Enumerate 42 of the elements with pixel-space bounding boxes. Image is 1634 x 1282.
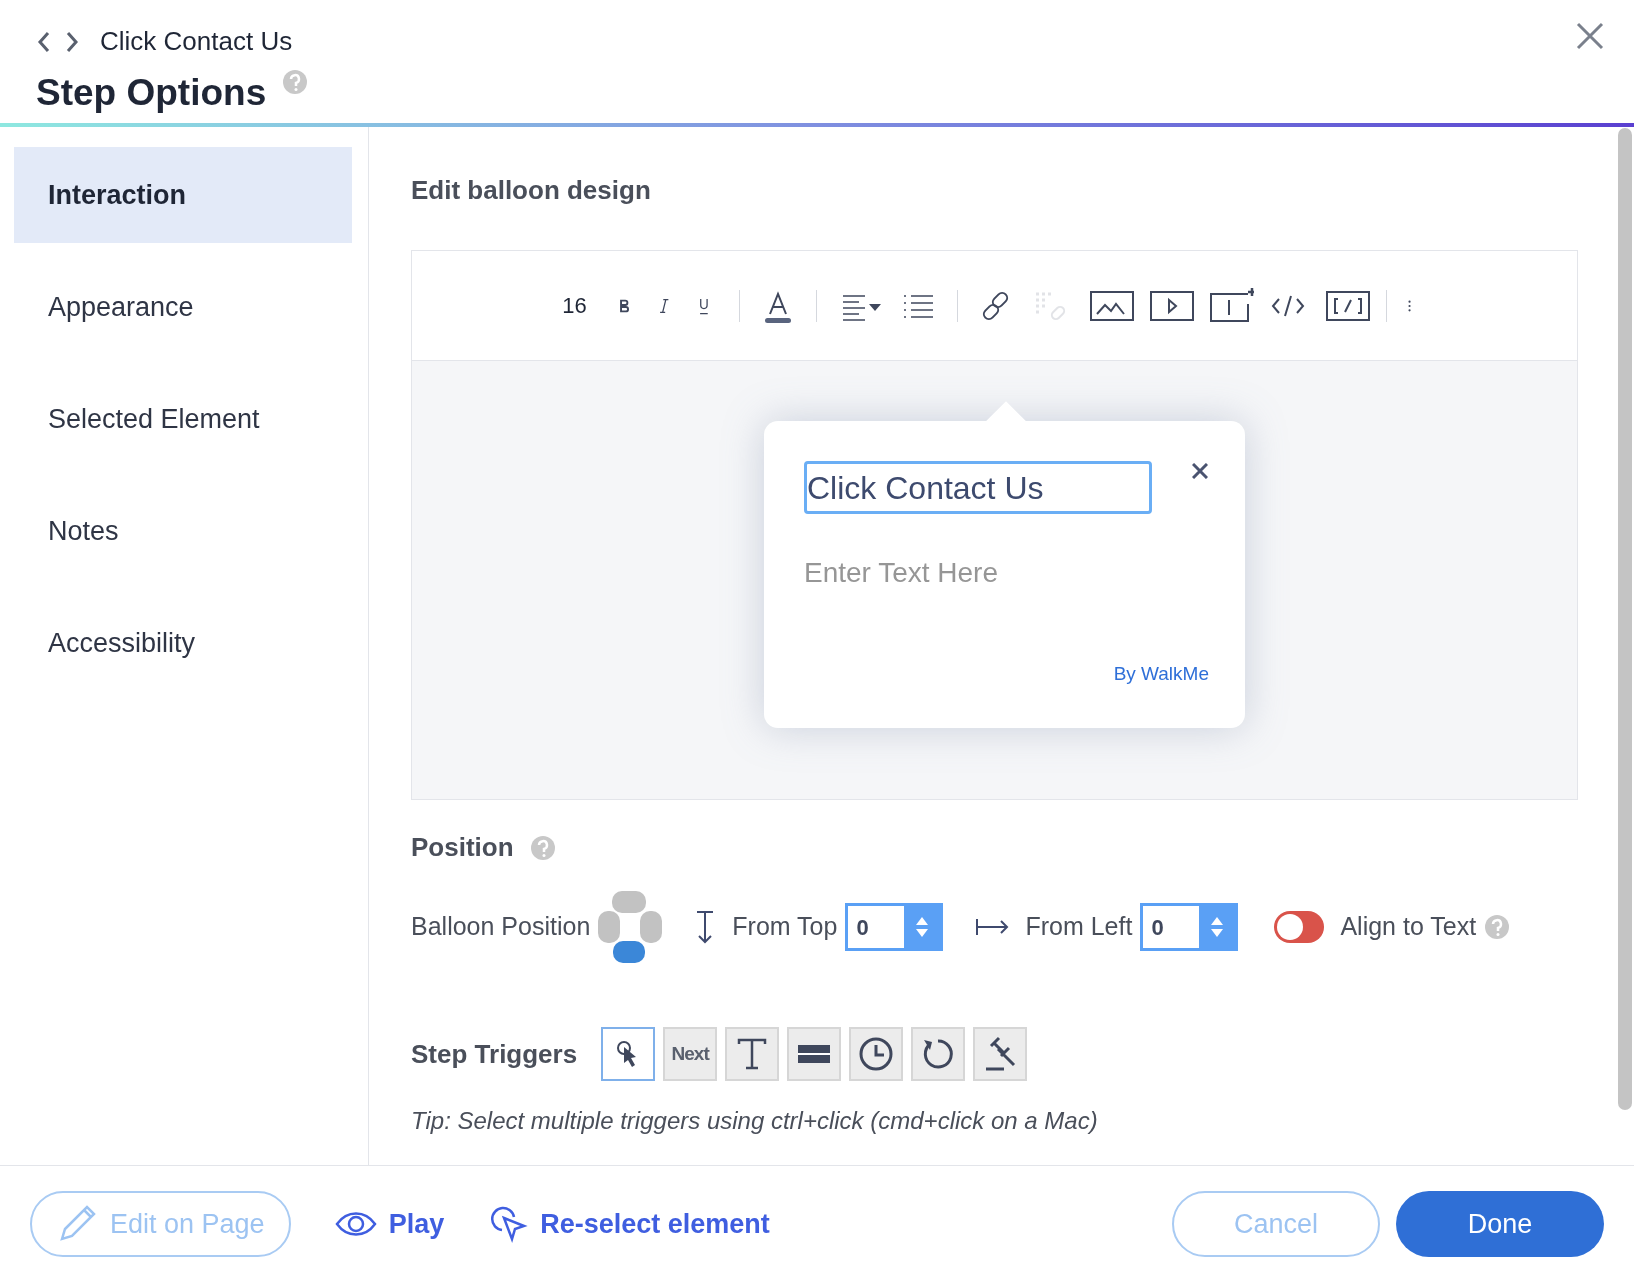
breadcrumb-title: Click Contact Us bbox=[100, 25, 293, 58]
trigger-button[interactable] bbox=[725, 1027, 780, 1081]
align-to-text-label: Align to Text bbox=[1340, 911, 1477, 943]
balloon-title-field[interactable]: Click Contact Us bbox=[804, 461, 1152, 514]
from-left-field[interactable]: 0 bbox=[1140, 903, 1239, 951]
from-top-label: From Top bbox=[732, 911, 838, 943]
trigger-button[interactable] bbox=[849, 1027, 904, 1081]
font-size-selector[interactable]: 16 bbox=[562, 289, 587, 322]
from-left-label: From Left bbox=[1025, 911, 1133, 943]
trigger-button[interactable] bbox=[787, 1027, 842, 1081]
sidebar-tab[interactable]: Interaction bbox=[14, 147, 352, 243]
balloon-text-field[interactable]: Enter Text Here bbox=[804, 552, 1164, 594]
sidebar-tab[interactable]: Accessibility bbox=[14, 595, 352, 691]
trigger-button[interactable] bbox=[601, 1027, 656, 1081]
section-title: Edit balloon design bbox=[411, 174, 652, 207]
action-link[interactable]: Play bbox=[334, 1191, 445, 1257]
balloon-position-label: Balloon Position bbox=[411, 911, 591, 943]
action-link[interactable]: Re-select element bbox=[488, 1191, 770, 1257]
eye-icon bbox=[334, 1209, 377, 1239]
branding-link[interactable]: By WalkMe bbox=[1113, 659, 1209, 688]
primary-button[interactable]: Done bbox=[1396, 1191, 1604, 1257]
balloon-position-picker[interactable] bbox=[598, 891, 663, 963]
cursor-icon bbox=[488, 1204, 529, 1244]
position-option[interactable] bbox=[613, 941, 646, 963]
stepper-arrows[interactable] bbox=[904, 906, 941, 948]
trigger-button[interactable] bbox=[973, 1027, 1028, 1081]
tip-text: Tip: Select multiple triggers using ctrl+click (cmd+click on a Mac) bbox=[411, 1106, 1099, 1136]
horizontal-arrow-icon bbox=[975, 916, 1010, 938]
stepper-arrows[interactable] bbox=[1199, 906, 1236, 948]
section-title: Step Triggers bbox=[411, 1037, 578, 1071]
scrollbar[interactable] bbox=[1618, 128, 1632, 1110]
sidebar-tab[interactable]: Selected Element bbox=[14, 371, 352, 467]
sidebar-tab[interactable]: Notes bbox=[14, 483, 352, 579]
align-toggle[interactable] bbox=[1274, 911, 1325, 943]
section-title: Position bbox=[411, 831, 514, 864]
from-top-field[interactable]: 0 bbox=[845, 903, 944, 951]
trigger-button[interactable] bbox=[911, 1027, 966, 1081]
next-trigger-button[interactable]: Next bbox=[663, 1027, 718, 1081]
close-icon[interactable] bbox=[1576, 22, 1604, 50]
panel-title: Step Options bbox=[36, 71, 267, 115]
close-icon[interactable] bbox=[1192, 463, 1208, 479]
sidebar-tab[interactable]: Appearance bbox=[14, 259, 352, 355]
